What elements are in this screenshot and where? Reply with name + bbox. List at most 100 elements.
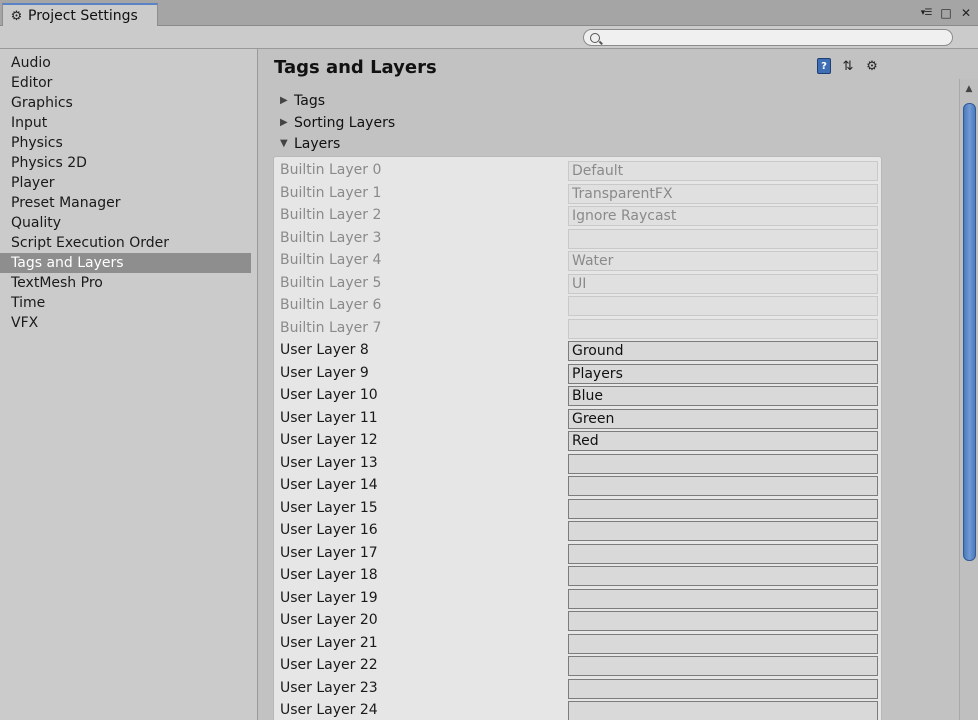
layer-name-field [568,273,878,294]
layer-name-field[interactable] [568,521,878,541]
sidebar-item-preset-manager[interactable]: Preset Manager [0,193,251,213]
layer-label: User Layer 18 [280,567,378,583]
layer-name-field[interactable] [568,701,878,720]
layer-row: User Layer 9 [274,363,883,385]
sidebar-item-physics-2d[interactable]: Physics 2D [0,153,251,173]
layer-name-field [568,318,878,339]
layer-name-field[interactable] [568,386,878,406]
foldout-tags-label: Tags [294,93,325,109]
tab-bar: ⚙ Project Settings ▾☰ □ ✕ [0,0,978,27]
search-input[interactable] [604,30,952,45]
window-controls: ▾☰ □ ✕ [918,4,974,22]
layer-name-field[interactable] [568,566,878,586]
triangle-right-icon: ▶ [280,95,288,106]
settings-menu-icon[interactable]: ⚙ [863,57,881,75]
sidebar-item-audio[interactable]: Audio [0,53,251,73]
sidebar-item-time[interactable]: Time [0,293,251,313]
layer-row: Builtin Layer 5 [274,273,883,295]
layer-name-field[interactable] [568,633,878,654]
layer-label: User Layer 20 [280,612,378,628]
sidebar-item-script-execution-order[interactable]: Script Execution Order [0,233,251,253]
layer-label: User Layer 16 [280,522,378,538]
menu-icon[interactable]: ▾☰ [918,5,934,21]
header-icons: ? ⇅ ⚙ [815,57,881,75]
layer-row: User Layer 17 [274,543,883,565]
layer-label: Builtin Layer 4 [280,252,382,268]
layer-name-field [568,183,878,204]
layer-name-field[interactable] [568,431,878,451]
layer-name-field[interactable] [568,678,878,699]
foldout-sorting-layers-label: Sorting Layers [294,115,396,131]
settings-cog-icon: ⚙ [10,8,23,24]
sidebar-item-graphics[interactable]: Graphics [0,93,251,113]
layer-name-field[interactable] [568,476,878,496]
layer-name-field [568,296,878,316]
page-title: Tags and Layers [274,57,437,78]
layer-row: Builtin Layer 7 [274,318,883,340]
sidebar-item-textmesh-pro[interactable]: TextMesh Pro [0,273,251,293]
layer-row: User Layer 8 [274,340,883,362]
scrollbar-thumb[interactable] [963,103,976,561]
layer-label: User Layer 21 [280,634,378,651]
layer-name-field[interactable] [568,656,878,676]
scroll-up-icon[interactable]: ▲ [960,81,978,97]
triangle-down-icon: ▼ [280,138,288,149]
layer-name-field[interactable] [568,543,878,564]
foldout-sorting-layers[interactable]: ▶ Sorting Layers [280,113,395,133]
settings-sidebar: Audio Editor Graphics Input Physics Physics 2… [0,49,258,720]
layer-row: User Layer 19 [274,588,883,610]
layer-name-field[interactable] [568,453,878,474]
layer-row: User Layer 12 [274,430,883,452]
layer-row: User Layer 20 [274,610,883,632]
layer-label: User Layer 19 [280,589,378,606]
layer-label: Builtin Layer 2 [280,207,382,223]
layer-name-field[interactable] [568,498,878,519]
layer-label: Builtin Layer 6 [280,297,382,313]
help-book-icon[interactable]: ? [815,57,833,75]
sidebar-item-editor[interactable]: Editor [0,73,251,93]
sidebar-item-input[interactable]: Input [0,113,251,133]
sidebar-item-physics[interactable]: Physics [0,133,251,153]
sidebar-item-tags-and-layers[interactable]: Tags and Layers [0,253,251,273]
maximize-icon[interactable]: □ [938,5,954,21]
layer-label: User Layer 9 [280,364,369,381]
layer-row: User Layer 13 [274,453,883,475]
foldout-tags[interactable]: ▶ Tags [280,91,325,111]
layer-row: Builtin Layer 6 [274,295,883,317]
search-icon [590,32,600,43]
sidebar-item-vfx[interactable]: VFX [0,313,251,333]
layers-list: Builtin Layer 0 Builtin Layer 1 Builtin La… [273,156,882,720]
layer-name-field[interactable] [568,611,878,631]
layer-label: Builtin Layer 5 [280,274,382,291]
layer-row: Builtin Layer 3 [274,228,883,250]
layer-row: User Layer 22 [274,655,883,677]
preset-sliders-icon[interactable]: ⇅ [839,57,857,75]
layer-row: User Layer 18 [274,565,883,587]
tab-project-settings[interactable]: ⚙ Project Settings [2,3,158,27]
layer-label: Builtin Layer 7 [280,319,382,336]
layer-label: Builtin Layer 1 [280,184,382,201]
layer-label: User Layer 17 [280,544,378,561]
vertical-scrollbar[interactable]: ▲ [959,79,978,720]
main-panel: Tags and Layers ? ⇅ ⚙ ▶ Tags ▶ Sorting L… [259,49,978,720]
layer-label: User Layer 15 [280,499,378,516]
layer-name-field[interactable] [568,341,878,361]
layer-row: User Layer 15 [274,498,883,520]
layer-name-field[interactable] [568,588,878,609]
layer-label: Builtin Layer 3 [280,229,382,246]
foldout-layers[interactable]: ▼ Layers [280,134,340,154]
layer-label: User Layer 22 [280,657,378,673]
search-box[interactable] [583,29,953,46]
layer-name-field[interactable] [568,408,878,429]
layer-name-field [568,161,878,181]
layer-name-field[interactable] [568,363,878,384]
layer-row: User Layer 24 [274,700,883,720]
close-icon[interactable]: ✕ [958,5,974,21]
layer-label: User Layer 10 [280,387,378,403]
layer-label: Builtin Layer 0 [280,162,382,178]
layer-label: User Layer 13 [280,454,378,471]
sidebar-item-quality[interactable]: Quality [0,213,251,233]
layer-label: User Layer 11 [280,409,378,426]
sidebar-item-player[interactable]: Player [0,173,251,193]
toolbar [0,26,978,49]
